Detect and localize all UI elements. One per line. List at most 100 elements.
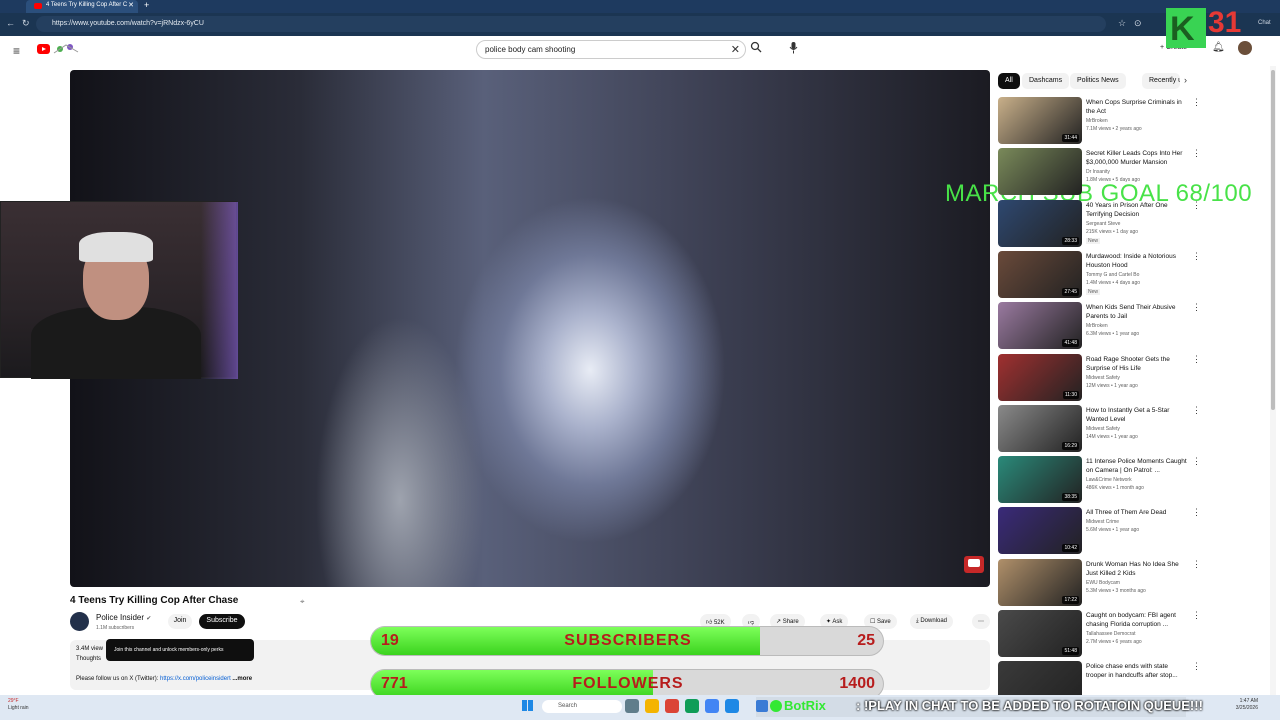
more-options-icon[interactable]: ⋮ <box>1192 405 1201 416</box>
app-icon[interactable] <box>645 699 659 713</box>
more-actions-icon[interactable]: ⋯ <box>972 614 990 629</box>
clear-search-icon[interactable]: ✕ <box>731 43 740 56</box>
recommended-channel[interactable]: Tommy G and Cartel Bo <box>1086 272 1139 278</box>
recommended-video[interactable]: 11:30 Road Rage Shooter Gets the Surprise… <box>998 354 1268 402</box>
video-thumbnail[interactable]: 16:29 <box>998 405 1082 452</box>
recommended-channel[interactable]: MrBroken <box>1086 118 1108 124</box>
star-icon[interactable]: ☆ <box>1118 18 1126 29</box>
channel-watermark-icon[interactable] <box>964 556 984 573</box>
menu-icon[interactable]: ≡ <box>13 44 20 58</box>
app-icon[interactable] <box>705 699 719 713</box>
recommended-title[interactable]: When Kids Send Their Abusive Parents to … <box>1086 303 1190 321</box>
video-thumbnail[interactable]: 28:33 <box>998 200 1082 247</box>
video-thumbnail[interactable]: 17:22 <box>998 559 1082 606</box>
recommended-channel[interactable]: Sergeant Steve <box>1086 221 1120 227</box>
app-icon[interactable] <box>625 699 639 713</box>
chip-dashcams[interactable]: Dashcams <box>1022 73 1070 89</box>
more-options-icon[interactable]: ⋮ <box>1192 200 1201 211</box>
doodle-logo-icon[interactable] <box>52 41 82 55</box>
recommended-video[interactable]: 31:44 When Cops Surprise Criminals in the… <box>998 97 1268 145</box>
more-options-icon[interactable]: ⋮ <box>1192 97 1201 108</box>
recommended-video[interactable]: 17:22 Drunk Woman Has No Idea She Just Ki… <box>998 559 1268 607</box>
video-thumbnail[interactable]: 31:44 <box>998 97 1082 144</box>
close-tab-icon[interactable]: ✕ <box>128 1 134 9</box>
more-options-icon[interactable]: ⋮ <box>1192 354 1201 365</box>
recommended-video[interactable]: Secret Killer Leads Cops Into Her $3,000… <box>998 148 1268 196</box>
recommended-title[interactable]: Road Rage Shooter Gets the Surprise of H… <box>1086 355 1190 373</box>
reload-icon[interactable]: ↻ <box>22 18 30 29</box>
video-thumbnail[interactable] <box>998 148 1082 195</box>
video-thumbnail[interactable]: 41:48 <box>998 302 1082 349</box>
recommended-title[interactable]: 11 Intense Police Moments Caught on Came… <box>1086 457 1190 475</box>
recommended-channel[interactable]: Midwest Safety <box>1086 375 1120 381</box>
more-options-icon[interactable]: ⋮ <box>1192 456 1201 467</box>
app-icon[interactable] <box>665 699 679 713</box>
recommended-channel[interactable]: Dr Insanity <box>1086 169 1110 175</box>
scrollbar-thumb[interactable] <box>1271 70 1275 410</box>
youtube-logo-icon[interactable] <box>37 44 50 54</box>
subscribe-button[interactable]: Subscribe <box>199 614 245 629</box>
url-field[interactable]: https://www.youtube.com/watch?v=jRNdzx-6… <box>36 16 1106 32</box>
taskbar-search[interactable]: Search <box>542 700 622 713</box>
more-options-icon[interactable]: ⋮ <box>1192 610 1201 621</box>
download-button[interactable]: ⤓ Download <box>910 614 954 629</box>
chip-recently-uploaded[interactable]: Recently u <box>1142 73 1180 89</box>
recommended-channel[interactable]: MrBroken <box>1086 323 1108 329</box>
chevron-right-icon[interactable]: › <box>1184 75 1187 85</box>
recommended-video[interactable]: 27:45 Murdawood: Inside a Notorious Houst… <box>998 251 1268 299</box>
video-thumbnail[interactable]: 10:42 <box>998 507 1082 554</box>
video-thumbnail[interactable]: 11:30 <box>998 354 1082 401</box>
search-input[interactable]: police body cam shooting ✕ <box>476 40 746 59</box>
app-icon[interactable] <box>685 699 699 713</box>
more-options-icon[interactable]: ⋮ <box>1192 148 1201 159</box>
recommended-channel[interactable]: Midwest Crime <box>1086 519 1119 525</box>
recommended-video[interactable]: 41:48 When Kids Send Their Abusive Parent… <box>998 302 1268 350</box>
chat-label[interactable]: Chat <box>1258 20 1271 26</box>
chip-politics-news[interactable]: Politics News <box>1070 73 1126 89</box>
back-icon[interactable]: ← <box>6 18 15 28</box>
recommended-video[interactable]: 28:33 40 Years in Prison After One Terrif… <box>998 200 1268 248</box>
recommended-title[interactable]: How to Instantly Get a 5-Star Wanted Lev… <box>1086 406 1190 424</box>
weather-widget[interactable]: 29°F Light rain <box>8 698 29 712</box>
recommended-title[interactable]: Drunk Woman Has No Idea She Just Killed … <box>1086 560 1190 578</box>
twitter-link[interactable]: https://x.com/policeinsidert <box>160 676 231 682</box>
app-icon[interactable] <box>725 699 739 713</box>
windows-start-icon[interactable] <box>522 700 533 711</box>
recommended-title[interactable]: When Cops Surprise Criminals in the Act <box>1086 98 1190 116</box>
recommended-title[interactable]: 40 Years in Prison After One Terrifying … <box>1086 201 1190 219</box>
search-icon[interactable] <box>750 41 762 53</box>
video-thumbnail[interactable]: 27:45 <box>998 251 1082 298</box>
recommended-video[interactable]: 51:48 Caught on bodycam: FBI agent chasin… <box>998 610 1268 658</box>
more-link[interactable]: ...more <box>232 676 252 682</box>
recommended-video[interactable]: 16:29 How to Instantly Get a 5-Star Wante… <box>998 405 1268 453</box>
bell-icon[interactable]: 🔔︎ <box>1212 42 1225 53</box>
join-button[interactable]: Join <box>168 614 192 629</box>
channel-avatar[interactable] <box>70 612 89 631</box>
recommended-title[interactable]: Caught on bodycam: FBI agent chasing Flo… <box>1086 611 1190 629</box>
more-options-icon[interactable]: ⋮ <box>1192 559 1201 570</box>
video-thumbnail[interactable]: 51:48 <box>998 610 1082 657</box>
recommended-title[interactable]: All Three of Them Are Dead <box>1086 508 1190 517</box>
more-options-icon[interactable]: ⋮ <box>1192 302 1201 313</box>
clock[interactable]: 1:47 AM 3/25/2026 <box>1224 698 1258 712</box>
new-tab-icon[interactable]: + <box>144 0 149 10</box>
avatar[interactable] <box>1238 41 1252 55</box>
recommended-title[interactable]: Murdawood: Inside a Notorious Houston Ho… <box>1086 252 1190 270</box>
chip-all[interactable]: All <box>998 73 1020 89</box>
recommended-video[interactable]: 38:35 11 Intense Police Moments Caught on… <box>998 456 1268 504</box>
video-thumbnail[interactable]: 38:35 <box>998 456 1082 503</box>
recommended-channel[interactable]: Midwest Safety <box>1086 426 1120 432</box>
more-options-icon[interactable]: ⋮ <box>1192 661 1201 672</box>
browser-tab[interactable]: 4 Teens Try Killing Cop After C ✕ <box>26 0 138 13</box>
recommended-video[interactable]: 10:42 All Three of Them Are Dead Midwest C… <box>998 507 1268 555</box>
recommended-channel[interactable]: EWU Bodycam <box>1086 580 1120 586</box>
channel-name[interactable]: Police Insider ✔ <box>96 613 151 622</box>
recommended-title[interactable]: Police chase ends with state trooper in … <box>1086 662 1190 680</box>
more-options-icon[interactable]: ⋮ <box>1192 507 1201 518</box>
recommended-title[interactable]: Secret Killer Leads Cops Into Her $3,000… <box>1086 149 1190 167</box>
recommended-channel[interactable]: Law&Crime Network <box>1086 477 1132 483</box>
more-options-icon[interactable]: ⋮ <box>1192 251 1201 262</box>
notifications-icon[interactable]: ⊙ <box>1134 18 1142 29</box>
recommended-channel[interactable]: Tallahassee Democrat <box>1086 631 1135 637</box>
microphone-icon[interactable] <box>788 41 799 55</box>
